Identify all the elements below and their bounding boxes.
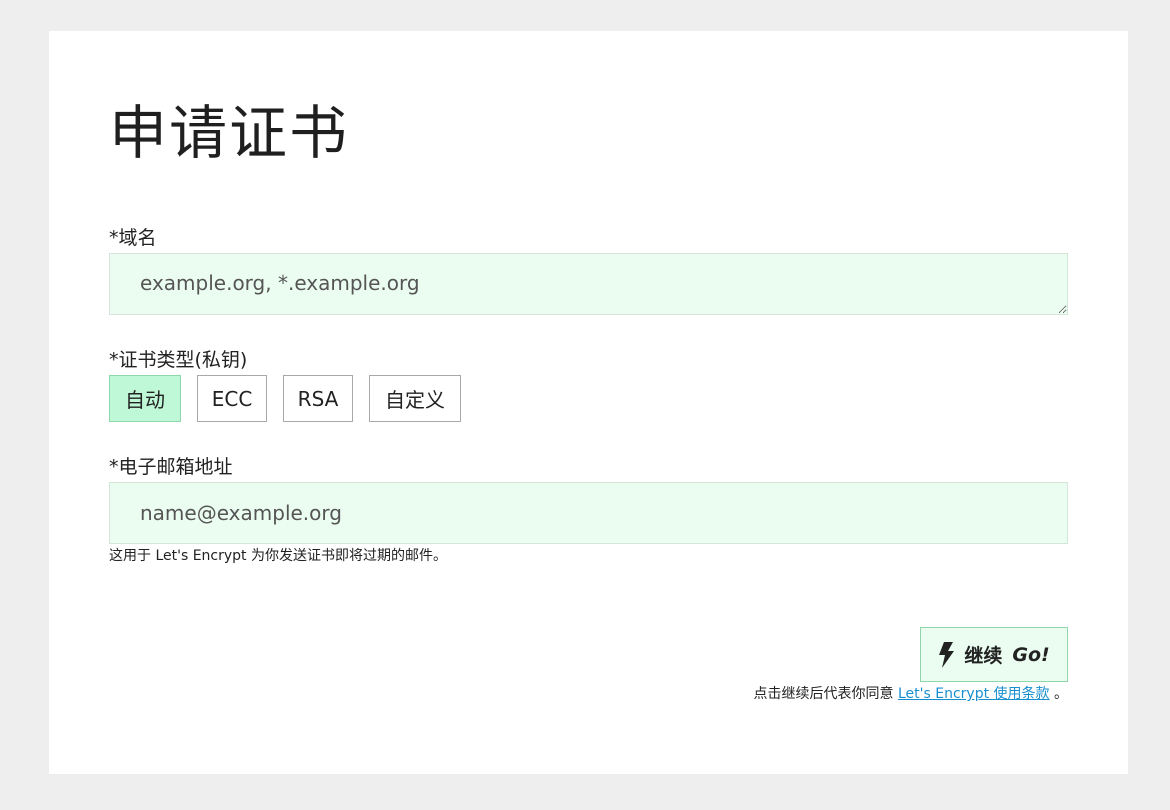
email-hint: 这用于 Let's Encrypt 为你发送证书即将过期的邮件。 — [109, 548, 447, 564]
cert-type-custom-button[interactable]: 自定义 — [369, 375, 461, 422]
domain-input[interactable] — [109, 253, 1068, 315]
cert-type-ecc-button[interactable]: ECC — [197, 375, 267, 422]
continue-label: 继续 — [964, 645, 1003, 667]
bolt-icon — [938, 641, 955, 668]
terms-link[interactable]: Let's Encrypt 使用条款 — [898, 686, 1050, 702]
page-title: 申请证书 — [109, 99, 350, 167]
terms-notice: 点击继续后代表你同意 Let's Encrypt 使用条款 。 — [754, 683, 1068, 703]
continue-button[interactable]: 继续 Go! — [920, 627, 1068, 682]
terms-prefix: 点击继续后代表你同意 — [753, 686, 894, 702]
email-label: *电子邮箱地址 — [109, 456, 233, 478]
form-card: 申请证书 *域名 *证书类型(私钥) 自动 ECC RSA 自定义 *电子邮箱地… — [49, 31, 1128, 774]
terms-suffix: 。 — [1054, 686, 1068, 702]
go-label: Go! — [1012, 643, 1050, 666]
cert-type-label: *证书类型(私钥) — [109, 349, 248, 371]
domain-label: *域名 — [109, 227, 157, 249]
cert-type-rsa-button[interactable]: RSA — [283, 375, 353, 422]
cert-type-options: 自动 ECC RSA 自定义 — [109, 375, 461, 422]
cert-type-auto-button[interactable]: 自动 — [109, 375, 181, 422]
email-field[interactable] — [109, 482, 1068, 544]
